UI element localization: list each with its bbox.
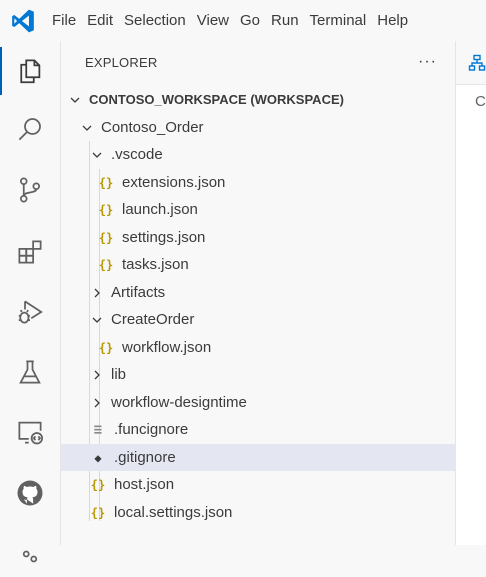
menu-terminal[interactable]: Terminal	[310, 0, 378, 41]
tree-label: .vscode	[111, 146, 163, 163]
json-file-icon: {}	[98, 202, 114, 217]
editor-partial-text: C	[475, 93, 486, 110]
search-icon[interactable]	[0, 101, 60, 157]
menu-bar: File Edit Selection View Go Run Terminal…	[0, 0, 486, 41]
vscode-logo-icon[interactable]	[10, 8, 36, 34]
text-file-icon: ≡	[93, 421, 103, 438]
menu-selection[interactable]: Selection	[124, 0, 197, 41]
menu-file[interactable]: File	[52, 0, 87, 41]
source-control-icon[interactable]	[0, 162, 60, 218]
tree-file-gitignore[interactable]: ◆ .gitignore	[61, 444, 483, 471]
tree-label: workflow-designtime	[111, 394, 247, 411]
run-debug-icon[interactable]	[0, 284, 60, 340]
json-file-icon: {}	[90, 505, 106, 520]
tree-label: launch.json	[122, 201, 198, 218]
explorer-sidebar: EXPLORER ··· CONTOSO_WORKSPACE (WORKSPAC…	[61, 41, 483, 545]
tree-label: lib	[111, 366, 127, 383]
chevron-down-icon	[89, 312, 105, 328]
workspace-label: CONTOSO_WORKSPACE (WORKSPACE)	[89, 92, 344, 107]
chevron-right-icon	[89, 367, 105, 383]
tree-folder-vscode[interactable]: .vscode	[61, 141, 483, 168]
tree-label: .funcignore	[114, 421, 189, 438]
github-icon[interactable]	[0, 465, 60, 521]
tree-label: settings.json	[122, 229, 206, 246]
tree-file-extensions-json[interactable]: {} extensions.json	[61, 169, 486, 196]
tree-folder-workflow-designtime[interactable]: workflow-designtime	[61, 389, 483, 416]
menu-go[interactable]: Go	[240, 0, 271, 41]
menu-help[interactable]: Help	[377, 0, 419, 41]
chevron-down-icon	[79, 120, 95, 136]
json-file-icon: {}	[90, 477, 106, 492]
json-file-icon: {}	[98, 257, 114, 272]
explorer-title: EXPLORER	[85, 55, 158, 70]
tree-label: local.settings.json	[114, 504, 233, 521]
testing-icon[interactable]	[0, 344, 60, 400]
json-file-icon: {}	[98, 230, 114, 245]
more-icon[interactable]	[0, 521, 60, 577]
tree-label: extensions.json	[122, 174, 226, 191]
tree-file-workflow-json[interactable]: {} workflow.json	[61, 334, 486, 361]
tree-file-funcignore[interactable]: ≡ .funcignore	[61, 416, 483, 443]
tree-label: .gitignore	[114, 449, 176, 466]
workflow-tab-icon[interactable]	[468, 54, 486, 72]
menu-run[interactable]: Run	[271, 0, 310, 41]
tree-folder-lib[interactable]: lib	[61, 361, 483, 388]
json-file-icon: {}	[98, 340, 114, 355]
tree-label: workflow.json	[122, 339, 212, 356]
tree-folder-contoso-order[interactable]: Contoso_Order	[61, 114, 473, 141]
tree-folder-artifacts[interactable]: Artifacts	[61, 279, 483, 306]
chevron-right-icon	[89, 285, 105, 301]
menu-edit[interactable]: Edit	[87, 0, 124, 41]
explorer-icon[interactable]	[0, 43, 60, 99]
workspace-header[interactable]: CONTOSO_WORKSPACE (WORKSPACE)	[61, 86, 461, 113]
tree-file-host-json[interactable]: {} host.json	[61, 471, 483, 498]
tree-file-tasks-json[interactable]: {} tasks.json	[61, 251, 486, 278]
chevron-down-icon	[67, 92, 83, 108]
chevron-down-icon	[89, 147, 105, 163]
tree-label: Contoso_Order	[101, 119, 204, 136]
tree-label: tasks.json	[122, 256, 189, 273]
extensions-icon[interactable]	[0, 224, 60, 280]
tree-file-local-settings-json[interactable]: {} local.settings.json	[61, 499, 483, 526]
tree-label: host.json	[114, 476, 175, 493]
editor-tab-bar	[456, 41, 486, 85]
menu-view[interactable]: View	[197, 0, 240, 41]
editor-area: C	[456, 41, 486, 545]
chevron-right-icon	[89, 395, 105, 411]
tree-label: CreateOrder	[111, 311, 195, 328]
more-actions-icon[interactable]: ···	[418, 53, 437, 71]
json-file-icon: {}	[98, 175, 114, 190]
activity-bar	[0, 41, 61, 563]
tree-file-launch-json[interactable]: {} launch.json	[61, 196, 486, 223]
git-file-icon: ◆	[94, 450, 102, 465]
tree-label: Artifacts	[111, 284, 166, 301]
tree-file-settings-json[interactable]: {} settings.json	[61, 224, 486, 251]
remote-explorer-icon[interactable]	[0, 404, 60, 460]
tree-folder-createorder[interactable]: CreateOrder	[61, 306, 483, 333]
